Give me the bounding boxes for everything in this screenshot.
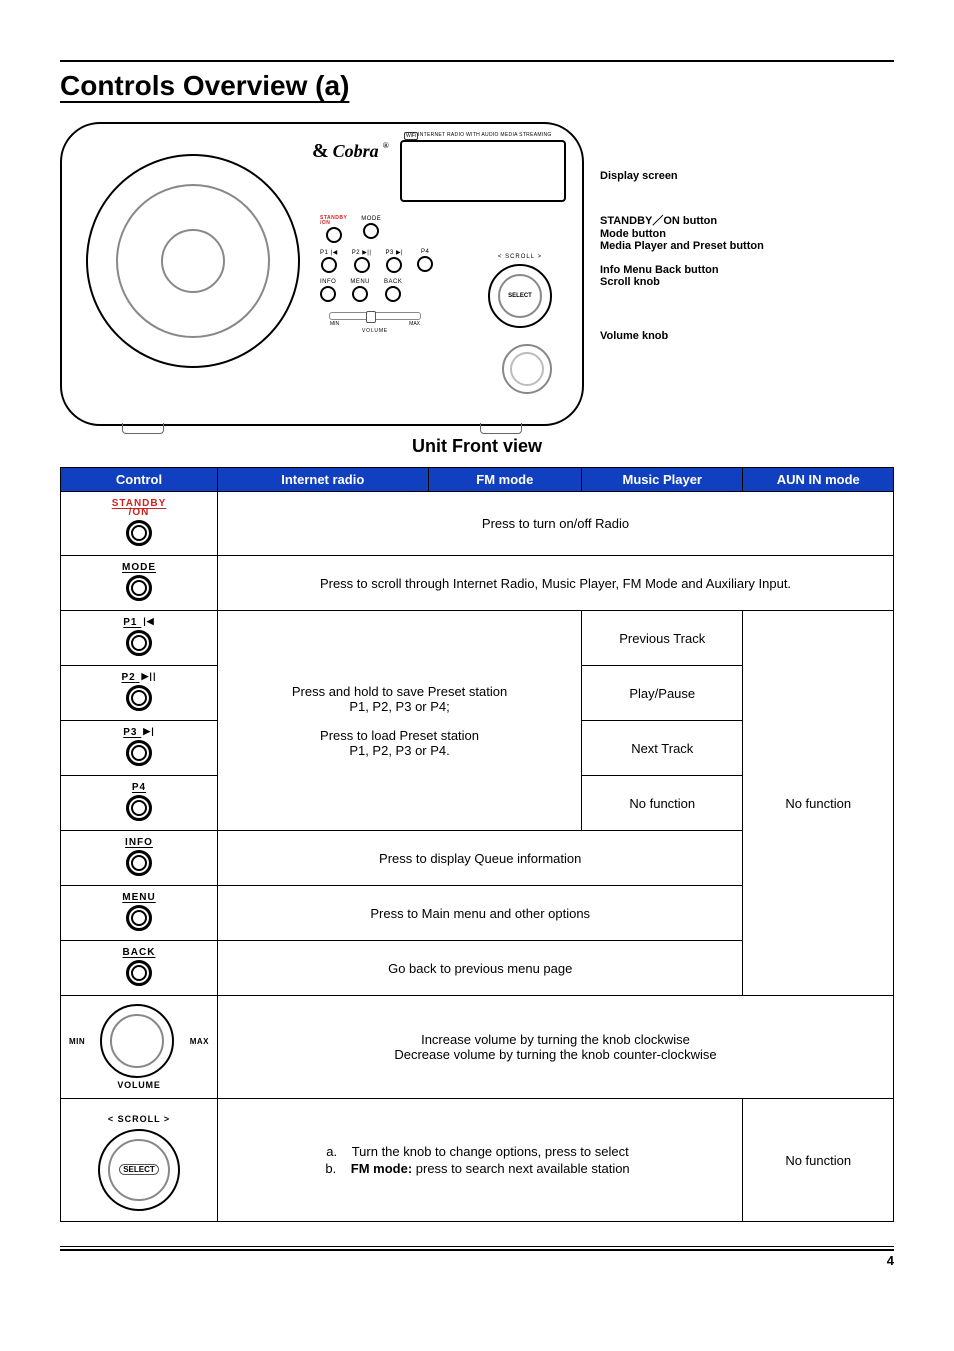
btn-p3: P3 ▶|: [385, 249, 403, 273]
speaker: [86, 154, 300, 368]
back-desc: Go back to previous menu page: [218, 941, 743, 996]
ctrl-standby: STANDBY /ON: [61, 492, 218, 556]
ctrl-menu: MENU: [61, 886, 218, 941]
callouts: Display screen STANDBY／ON button Mode bu…: [600, 122, 894, 342]
screen-caption: INTERNET RADIO WITH AUDIO MEDIA STREAMIN…: [418, 132, 552, 138]
ctrl-scroll: < SCROLL > SELECT: [61, 1099, 218, 1222]
ring-icon: [126, 685, 152, 711]
aux-no-function: No function: [743, 611, 894, 996]
p3-music: Next Track: [582, 721, 743, 776]
ring-icon: [126, 960, 152, 986]
ctrl-volume: MIN MAX VOLUME: [61, 996, 218, 1099]
rule-top: [60, 60, 894, 62]
btn-standby: STANDBY/ON: [320, 216, 347, 243]
callout-mode: Mode button: [600, 228, 894, 240]
play-pause-icon: ▶||: [142, 671, 157, 682]
btn-p4: P4: [417, 249, 433, 273]
callout-volume: Volume knob: [600, 330, 894, 342]
ctrl-p4: P4: [61, 776, 218, 831]
controls-table: Control Internet radio FM mode Music Pla…: [60, 467, 894, 1222]
callout-standby: STANDBY／ON button: [600, 212, 894, 228]
page-number: 4: [60, 1253, 894, 1268]
btn-info: INFO: [320, 279, 336, 302]
btn-p2: P2 ▶||: [352, 249, 372, 273]
ring-icon: [126, 575, 152, 601]
page: Controls Overview (a) &Cobra® WiFi INTER…: [0, 0, 954, 1351]
col-control: Control: [61, 468, 218, 492]
ring-icon: [126, 520, 152, 546]
callout-display: Display screen: [600, 170, 894, 182]
btn-menu: MENU: [350, 279, 370, 302]
next-track-icon: ▶|: [143, 726, 154, 737]
scroll-aux: No function: [743, 1099, 894, 1222]
callout-media: Media Player and Preset button: [600, 240, 894, 252]
scroll-knob: < SCROLL > SELECT: [488, 254, 552, 328]
btn-p1: P1 |◀: [320, 249, 338, 273]
page-title: Controls Overview (a): [60, 70, 894, 102]
prev-track-icon: |◀: [143, 616, 154, 627]
device-outline: &Cobra® WiFi INTERNET RADIO WITH AUDIO M…: [60, 122, 584, 426]
ring-icon: [126, 795, 152, 821]
ctrl-info: INFO: [61, 831, 218, 886]
ctrl-back: BACK: [61, 941, 218, 996]
standby-desc: Press to turn on/off Radio: [218, 492, 894, 556]
mode-desc: Press to scroll through Internet Radio, …: [218, 556, 894, 611]
display-screen: WiFi INTERNET RADIO WITH AUDIO MEDIA STR…: [400, 140, 566, 202]
info-desc: Press to display Queue information: [218, 831, 743, 886]
btn-back: BACK: [384, 279, 402, 302]
volume-desc: Increase volume by turning the knob cloc…: [218, 996, 894, 1099]
p2-music: Play/Pause: [582, 666, 743, 721]
btn-mode: MODE: [361, 216, 381, 243]
ctrl-mode: MODE: [61, 556, 218, 611]
ring-icon: [126, 740, 152, 766]
scroll-dial-icon: SELECT: [98, 1129, 180, 1211]
ring-icon: [126, 630, 152, 656]
ring-icon: [126, 905, 152, 931]
volume-slider: MINMAX VOLUME: [330, 312, 420, 334]
callout-scroll: Scroll knob: [600, 276, 894, 288]
device-figure: &Cobra® WiFi INTERNET RADIO WITH AUDIO M…: [60, 122, 894, 426]
wifi-tag: WiFi: [404, 132, 418, 140]
menu-desc: Press to Main menu and other options: [218, 886, 743, 941]
ctrl-p2: P2 ▶||: [61, 666, 218, 721]
col-fm: FM mode: [428, 468, 582, 492]
footer: 4: [60, 1246, 894, 1268]
scroll-desc: a.Turn the knob to change options, press…: [218, 1099, 743, 1222]
p4-music: No function: [582, 776, 743, 831]
callout-imb: Info Menu Back button: [600, 264, 894, 276]
ctrl-p3: P3 ▶|: [61, 721, 218, 776]
volume-dial-icon: [100, 1004, 174, 1078]
col-aux: AUN IN mode: [743, 468, 894, 492]
col-music: Music Player: [582, 468, 743, 492]
ring-icon: [126, 850, 152, 876]
preset-desc: Press and hold to save Preset station P1…: [218, 611, 582, 831]
figure-caption: Unit Front view: [60, 436, 894, 457]
p1-music: Previous Track: [582, 611, 743, 666]
volume-knob: [502, 344, 552, 394]
col-internet: Internet radio: [218, 468, 429, 492]
ctrl-p1: P1 |◀: [61, 611, 218, 666]
